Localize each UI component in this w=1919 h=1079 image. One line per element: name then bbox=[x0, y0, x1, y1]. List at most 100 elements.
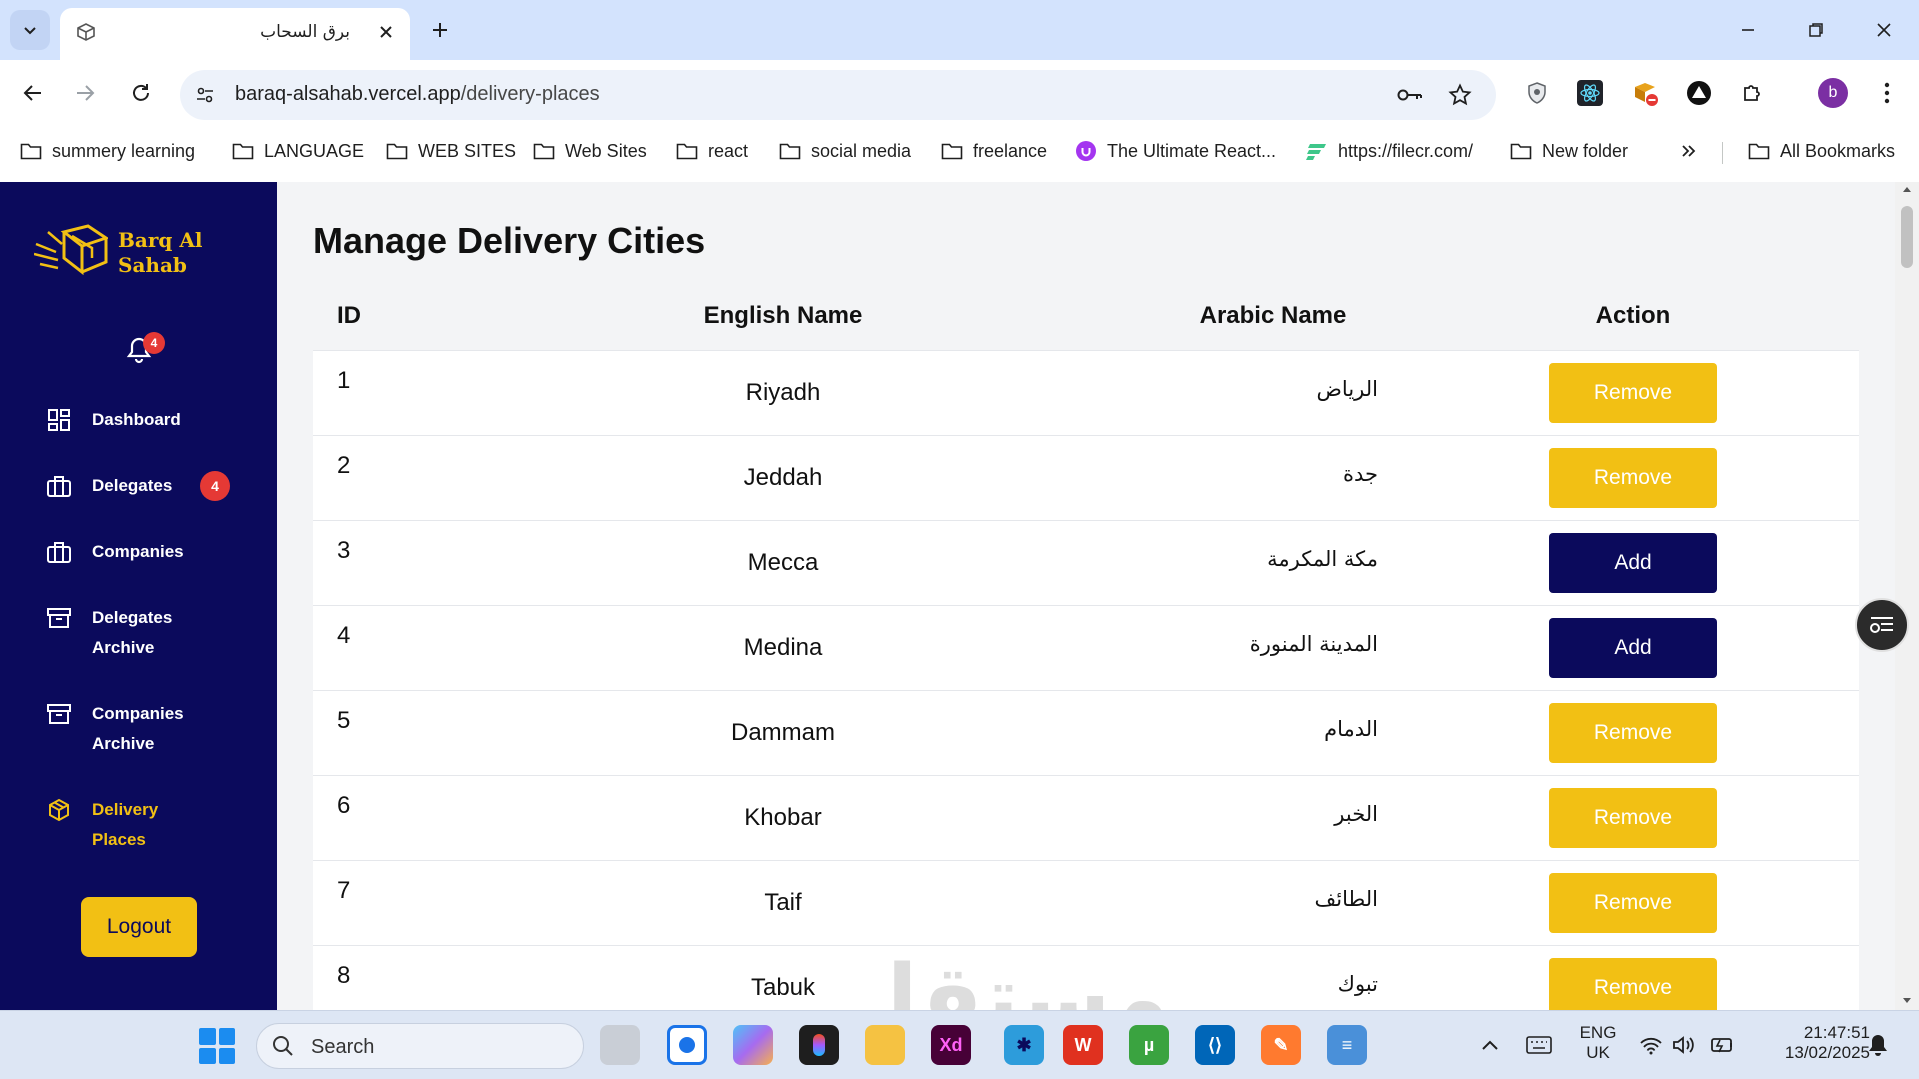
sidebar-item-dashboard[interactable]: Dashboard bbox=[46, 405, 256, 435]
bookmark-item[interactable]: Web Sites bbox=[533, 136, 647, 166]
reload-button[interactable] bbox=[120, 72, 162, 114]
vscode-taskbar-icon[interactable]: ⟨⟩ bbox=[1195, 1025, 1235, 1065]
figma-taskbar-icon[interactable] bbox=[799, 1025, 839, 1065]
bookmark-item[interactable]: New folder bbox=[1510, 136, 1628, 166]
keyboard-icon[interactable] bbox=[1526, 1035, 1552, 1055]
extension-shield-button[interactable] bbox=[1520, 76, 1554, 110]
restore-button[interactable] bbox=[1794, 8, 1838, 52]
notification-badge: 4 bbox=[143, 332, 165, 354]
city-english-name: Khobar bbox=[744, 804, 822, 831]
react-devtools-button[interactable] bbox=[1573, 76, 1607, 110]
page-scrollbar[interactable] bbox=[1895, 182, 1919, 1010]
profile-button[interactable]: b bbox=[1816, 76, 1850, 110]
city-arabic-name: الرياض bbox=[1316, 377, 1378, 401]
notepad-taskbar-icon[interactable]: ≡ bbox=[1327, 1025, 1367, 1065]
battery-icon[interactable] bbox=[1709, 1035, 1735, 1055]
bookmark-item[interactable]: social media bbox=[779, 136, 911, 166]
cities-table: ID English Name Arabic Name Action 1 Riy… bbox=[313, 282, 1859, 1010]
bookmark-label: The Ultimate React... bbox=[1107, 140, 1277, 161]
label-line: Archive bbox=[92, 734, 155, 753]
password-key-button[interactable] bbox=[1396, 81, 1424, 109]
clock[interactable]: 21:47:51 13/02/2025 bbox=[1750, 1023, 1870, 1063]
more-vert-icon bbox=[1884, 82, 1890, 104]
tab-search-button[interactable] bbox=[10, 10, 50, 50]
snipping-taskbar-icon[interactable]: ✱ bbox=[1004, 1025, 1044, 1065]
wifi-icon[interactable] bbox=[1639, 1035, 1663, 1055]
brand-logo[interactable]: Barq Al Sahab bbox=[33, 222, 254, 288]
city-id: 4 bbox=[337, 622, 351, 649]
address-bar[interactable]: baraq-alsahab.vercel.app/delivery-places bbox=[180, 70, 1496, 120]
bookmark-item[interactable]: freelance bbox=[941, 136, 1047, 166]
input-language[interactable]: ENG UK bbox=[1572, 1023, 1624, 1063]
close-window-button[interactable] bbox=[1862, 8, 1906, 52]
sidebar-item-delivery-places[interactable]: Delivery Places bbox=[46, 795, 256, 855]
start-tile bbox=[199, 1047, 216, 1064]
bookmark-label: summery learning bbox=[52, 140, 196, 161]
bookmark-item[interactable]: react bbox=[676, 136, 748, 166]
new-tab-button[interactable] bbox=[422, 12, 458, 48]
copilot-taskbar-icon[interactable] bbox=[733, 1025, 773, 1065]
extension-blocked-button[interactable] bbox=[1628, 76, 1662, 110]
site-info-button[interactable] bbox=[192, 82, 218, 108]
remove-city-button[interactable]: Remove bbox=[1549, 958, 1717, 1010]
floating-assistant-button[interactable] bbox=[1855, 598, 1909, 652]
bookmark-star-button[interactable] bbox=[1446, 81, 1474, 109]
utorrent-taskbar-icon[interactable]: µ bbox=[1129, 1025, 1169, 1065]
remove-city-button[interactable]: Remove bbox=[1549, 873, 1717, 933]
udemy-icon bbox=[1076, 141, 1096, 161]
sidebar-item-companies[interactable]: Companies bbox=[46, 537, 256, 567]
url-path: /delivery-places bbox=[460, 83, 600, 105]
bookmark-item[interactable]: summery learning bbox=[20, 136, 195, 166]
table-row: 2 Jeddah جدة Remove bbox=[313, 435, 1859, 520]
bookmark-item[interactable]: https://filecr.com/ bbox=[1306, 136, 1473, 166]
wps-office-taskbar-icon[interactable]: W bbox=[1063, 1025, 1103, 1065]
drive-extension-button[interactable] bbox=[1682, 76, 1716, 110]
bookmark-item[interactable]: The Ultimate React... bbox=[1075, 136, 1276, 166]
chrome-taskbar-icon[interactable] bbox=[667, 1025, 707, 1065]
scroll-down-icon[interactable] bbox=[1895, 994, 1919, 1008]
volume-icon[interactable] bbox=[1672, 1035, 1696, 1055]
all-bookmarks-label: All Bookmarks bbox=[1780, 140, 1896, 161]
arrow-right-icon bbox=[77, 85, 95, 101]
sidebar-item-companies-archive[interactable]: Companies Archive bbox=[46, 699, 256, 759]
table-row: 1 Riyadh الرياض Remove bbox=[313, 350, 1859, 435]
all-bookmarks-button[interactable]: All Bookmarks bbox=[1748, 136, 1895, 166]
minimize-button[interactable] bbox=[1726, 8, 1770, 52]
bookmark-label: LANGUAGE bbox=[264, 140, 365, 161]
file-explorer-taskbar-icon[interactable] bbox=[865, 1025, 905, 1065]
chevron-up-icon[interactable] bbox=[1481, 1038, 1499, 1052]
postman-taskbar-icon[interactable]: ✎ bbox=[1261, 1025, 1301, 1065]
remove-city-button[interactable]: Remove bbox=[1549, 703, 1717, 763]
windows-start-button[interactable] bbox=[199, 1028, 235, 1064]
back-button[interactable] bbox=[12, 72, 54, 114]
adobe-xd-taskbar-icon[interactable]: Xd bbox=[931, 1025, 971, 1065]
bookmark-label: New folder bbox=[1542, 140, 1629, 161]
sidebar-item-delegates-archive[interactable]: Delegates Archive bbox=[46, 603, 256, 663]
browser-menu-button[interactable] bbox=[1870, 76, 1904, 110]
more-bookmarks-button[interactable] bbox=[1680, 136, 1696, 166]
scrollbar-thumb[interactable] bbox=[1901, 206, 1913, 268]
close-tab-button[interactable] bbox=[374, 20, 398, 44]
forward-button[interactable] bbox=[64, 72, 106, 114]
extensions-menu-button[interactable] bbox=[1736, 76, 1770, 110]
bookmark-item[interactable]: WEB SITES bbox=[386, 136, 516, 166]
notification-bell-icon[interactable] bbox=[1867, 1033, 1889, 1057]
active-tab[interactable]: برق السحاب bbox=[60, 8, 410, 60]
brand-line-2: Sahab bbox=[118, 253, 187, 277]
bookmark-item[interactable]: LANGUAGE bbox=[232, 136, 364, 166]
remove-city-button[interactable]: Remove bbox=[1549, 363, 1717, 423]
scroll-up-icon[interactable] bbox=[1895, 182, 1919, 196]
remove-city-button[interactable]: Remove bbox=[1549, 788, 1717, 848]
taskbar-search[interactable]: Search bbox=[256, 1023, 584, 1069]
task-view-icon[interactable] bbox=[600, 1025, 640, 1065]
sidebar-item-label: Delegates Archive bbox=[92, 603, 172, 663]
chevron-down-icon bbox=[24, 27, 36, 35]
sidebar: Barq Al Sahab 4 Dashboard Delegates 4 Co… bbox=[0, 182, 277, 1010]
logout-button[interactable]: Logout bbox=[81, 897, 197, 957]
remove-city-button[interactable]: Remove bbox=[1549, 448, 1717, 508]
add-city-button[interactable]: Add bbox=[1549, 618, 1717, 678]
add-city-button[interactable]: Add bbox=[1549, 533, 1717, 593]
folder-icon bbox=[1748, 143, 1770, 160]
bookmark-label: freelance bbox=[973, 140, 1048, 161]
close-icon bbox=[380, 26, 392, 38]
